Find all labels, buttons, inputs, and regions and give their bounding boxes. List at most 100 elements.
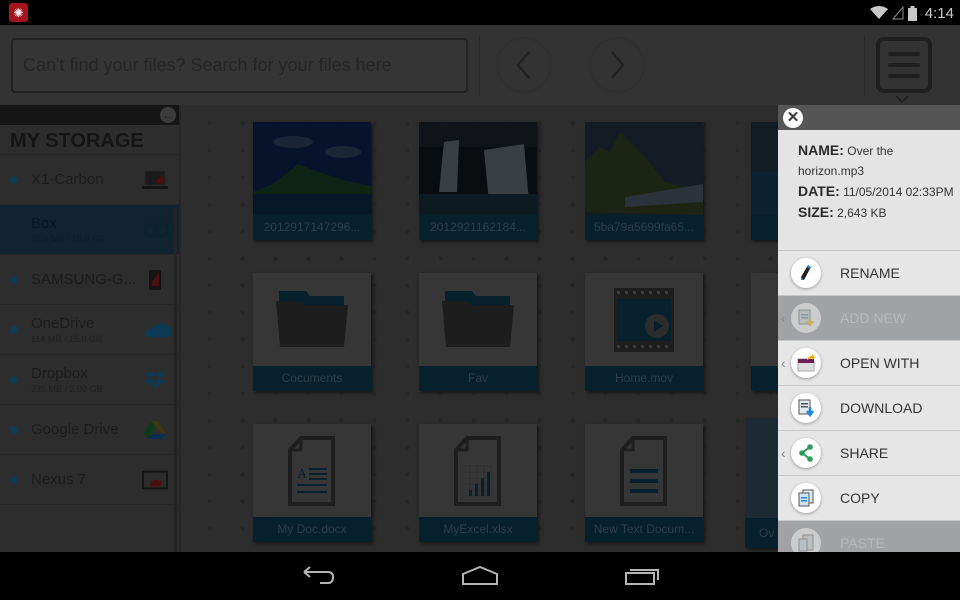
hamburger-menu-icon[interactable] [876, 37, 932, 93]
storage-name: Google Drive [31, 421, 119, 438]
status-dot [10, 326, 18, 334]
file-name: 5ba79a5699fa65... [585, 215, 703, 240]
chevron-left-icon [516, 51, 530, 79]
storage-sidebar: ← MY STORAGE X1-Carbon Box 31.5 MB / 10.… [0, 105, 181, 552]
download-icon [791, 393, 821, 423]
menu-caret-icon [895, 95, 909, 103]
file-tile[interactable]: 2012917147296... [253, 122, 371, 240]
detail-name: NAME: Over the horizon.mp3 [798, 142, 894, 178]
cloud-icon [145, 317, 173, 343]
folder-icon [419, 273, 537, 366]
sidebar-title: MY STORAGE [0, 125, 179, 155]
recents-icon [625, 569, 659, 585]
open-with-button[interactable]: ‹ OPEN WITH [778, 341, 960, 386]
sidebar-item-x1-carbon[interactable]: X1-Carbon [0, 155, 179, 205]
system-nav-bar [0, 552, 960, 600]
wifi-icon [869, 6, 888, 19]
close-circle-icon[interactable]: ✕ [783, 108, 803, 128]
sidebar-item-samsung[interactable]: SAMSUNG-G... [0, 255, 179, 305]
storage-name: SAMSUNG-G... [31, 271, 137, 288]
file-grid: 2012917147296... 2012921162184... 5ba79a… [183, 105, 869, 552]
folder-icon [253, 273, 371, 366]
toolbar-divider [864, 35, 865, 95]
file-tile[interactable]: Home.mov [585, 273, 703, 391]
phone-icon [141, 267, 169, 293]
copy-button[interactable]: COPY [778, 476, 960, 521]
sidebar-item-onedrive[interactable]: OneDrive 114 MB / 15.0 GB [0, 305, 179, 355]
storage-list: X1-Carbon Box 31.5 MB / 10.0 GB SAMSUNG-… [0, 155, 179, 552]
share-icon [791, 438, 821, 468]
sidebar-header: ← [0, 105, 179, 125]
storage-name: X1-Carbon [31, 171, 104, 188]
download-button[interactable]: DOWNLOAD [778, 386, 960, 431]
status-dot [10, 376, 18, 384]
storage-name: Box [31, 215, 57, 232]
sidebar-item-dropbox[interactable]: Dropbox 235 MB / 2.00 GB [0, 355, 179, 405]
rename-button[interactable]: RENAME [778, 251, 960, 296]
mountain-photo [585, 122, 703, 215]
action-label: SHARE [840, 445, 889, 461]
google-drive-icon [141, 417, 169, 443]
file-name: 2012921162184... [419, 215, 537, 240]
storage-name: Dropbox [31, 365, 88, 382]
sidebar-scrollbar[interactable] [174, 207, 177, 552]
search-input[interactable] [23, 55, 466, 76]
arrow-left-circle-icon[interactable]: ← [160, 107, 176, 123]
chevron-left-icon: ‹ [781, 310, 786, 326]
home-nav-button[interactable] [460, 564, 500, 588]
file-tile[interactable]: Cocuments [253, 273, 371, 391]
status-dot [10, 426, 18, 434]
action-label: PASTE [840, 535, 885, 551]
toolbar [0, 25, 960, 105]
battery-icon [907, 5, 917, 21]
toolbar-divider [479, 35, 480, 95]
tablet-icon [141, 467, 169, 493]
file-tile[interactable]: A My Doc.docx [253, 424, 371, 542]
storage-name: OneDrive [31, 315, 95, 332]
status-bar: ✺ 4:14 [0, 0, 960, 25]
action-label: OPEN WITH [840, 355, 920, 371]
file-name: Home.mov [585, 366, 703, 391]
detail-date: DATE: 11/05/2014 02:33PM [798, 183, 954, 199]
file-name: My Doc.docx [253, 517, 371, 542]
file-tile[interactable]: MyExcel.xlsx [419, 424, 537, 542]
share-button[interactable]: ‹ SHARE [778, 431, 960, 476]
file-tile[interactable]: Fav [419, 273, 537, 391]
action-label: RENAME [840, 265, 900, 281]
paste-icon [791, 528, 821, 552]
virus-badge-icon[interactable]: ✺ [9, 3, 28, 22]
add-new-button[interactable]: ‹ ADD NEW [778, 296, 960, 341]
action-label: COPY [840, 490, 880, 506]
status-dot [10, 176, 18, 184]
waterfall-photo [419, 122, 537, 215]
paste-button[interactable]: PASTE [778, 521, 960, 552]
file-manager-app: ← MY STORAGE X1-Carbon Box 31.5 MB / 10.… [0, 25, 960, 552]
file-tile[interactable]: 5ba79a5699fa65... [585, 122, 703, 240]
chevron-left-icon: ‹ [781, 445, 786, 461]
back-button[interactable] [496, 37, 552, 93]
back-nav-button[interactable] [298, 564, 338, 588]
back-icon [303, 566, 335, 584]
detail-size: SIZE: 2,643 KB [798, 204, 887, 220]
dropbox-icon [141, 367, 169, 393]
file-name: MyExcel.xlsx [419, 517, 537, 542]
status-dot [10, 276, 18, 284]
excel-doc-icon [419, 424, 537, 517]
file-tile[interactable]: New Text Docum... [585, 424, 703, 542]
sidebar-item-google-drive[interactable]: Google Drive [0, 405, 179, 455]
sidebar-item-nexus-7[interactable]: Nexus 7 [0, 455, 179, 505]
chevron-right-icon [611, 51, 625, 79]
file-actions-panel: ✕ NAME: Over the horizon.mp3 DATE: 11/05… [778, 105, 960, 552]
storage-usage: 31.5 MB / 10.0 GB [31, 234, 106, 244]
storage-usage: 235 MB / 2.00 GB [31, 384, 103, 394]
storage-name: Nexus 7 [31, 471, 87, 488]
copy-icon [791, 483, 821, 513]
recents-nav-button[interactable] [622, 564, 662, 588]
island-photo [253, 122, 371, 215]
file-tile[interactable]: 2012921162184... [419, 122, 537, 240]
forward-button[interactable] [589, 37, 645, 93]
search-box[interactable] [11, 38, 468, 93]
status-icons: 4:14 [869, 2, 954, 24]
sidebar-item-box[interactable]: Box 31.5 MB / 10.0 GB [0, 205, 179, 255]
svg-text:A: A [297, 467, 308, 482]
